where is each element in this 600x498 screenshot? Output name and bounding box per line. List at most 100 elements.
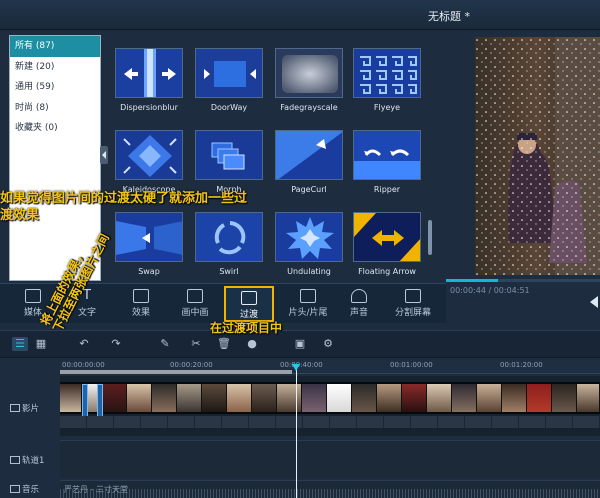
clip-strip <box>60 382 600 414</box>
effect-floating-arrow[interactable]: Floating Arrow <box>353 212 425 276</box>
video-clip[interactable] <box>152 384 177 412</box>
category-all[interactable]: 所有 (87) <box>10 36 100 57</box>
flyeye-thumb <box>353 48 421 98</box>
tab-transition[interactable]: 过渡 <box>224 286 274 322</box>
tab-pip[interactable]: 画中画 <box>170 286 220 322</box>
storyboard-view-icon[interactable]: ▦ <box>33 337 49 351</box>
overlay-track-icon <box>10 456 20 464</box>
effect-kaleidoscope[interactable]: Kaleidoscope <box>115 130 187 194</box>
preview-frame <box>475 37 600 275</box>
audio-waveform <box>60 489 600 498</box>
video-clip[interactable] <box>502 384 527 412</box>
category-new[interactable]: 新建 (20) <box>10 57 100 78</box>
kaleidoscope-thumb <box>115 130 183 180</box>
pip-icon <box>187 289 203 303</box>
category-fashion[interactable]: 时尚 (8) <box>10 98 100 119</box>
video-clip[interactable] <box>327 384 352 412</box>
effect-ripper[interactable]: Ripper <box>353 130 425 194</box>
effect-label: Floating Arrow <box>358 267 416 276</box>
doorway-thumb <box>195 48 263 98</box>
effect-label: Swap <box>138 267 160 276</box>
transition-effects-grid: Dispersionblur DoorWay Fadegrayscale Fly… <box>110 40 430 280</box>
effect-label: Dispersionblur <box>120 103 178 112</box>
settings-icon[interactable]: ⚙ <box>320 337 336 351</box>
effect-dispersionblur[interactable]: Dispersionblur <box>115 48 187 112</box>
video-clip[interactable] <box>352 384 377 412</box>
playhead-line[interactable] <box>296 366 297 498</box>
ruler-selection <box>60 370 292 374</box>
undulating-thumb <box>275 212 343 262</box>
delete-icon[interactable]: 🗑 <box>216 337 232 351</box>
video-track-header: 影片 <box>0 402 60 414</box>
tab-audio[interactable]: 声音 <box>334 286 384 322</box>
video-clip[interactable] <box>177 384 202 412</box>
preview-progress[interactable] <box>446 279 600 282</box>
effect-label: PageCurl <box>291 185 327 194</box>
effect-undulating[interactable]: Undulating <box>275 212 347 276</box>
overlay-track[interactable] <box>60 440 600 478</box>
video-clip[interactable] <box>427 384 452 412</box>
timeline-view-icon[interactable]: ☰ <box>12 337 28 351</box>
video-clip[interactable] <box>102 384 127 412</box>
fade-grayscale-thumb <box>275 48 343 98</box>
video-clip[interactable] <box>60 384 82 412</box>
video-clip[interactable] <box>127 384 152 412</box>
video-track-icon <box>10 404 20 412</box>
tab-label: 画中画 <box>181 308 209 318</box>
video-clip[interactable] <box>452 384 477 412</box>
playhead-handle[interactable] <box>292 364 300 371</box>
video-track[interactable] <box>60 376 600 436</box>
effects-scrollbar[interactable] <box>428 220 432 255</box>
tab-split-screen[interactable]: 分割屏幕 <box>388 286 438 322</box>
music-track[interactable]: 严艺丹 - 三寸天堂 <box>60 480 600 498</box>
video-clip[interactable] <box>552 384 577 412</box>
effect-pagecurl[interactable]: PageCurl <box>275 130 347 194</box>
ruler-tick: 00:01:20:00 <box>500 361 543 369</box>
media-icon <box>25 289 41 303</box>
music-track-header: 音乐 <box>0 483 60 495</box>
effect-label: Ripper <box>373 185 401 194</box>
ruler-tick: 00:00:00:00 <box>62 361 105 369</box>
effect-doorway[interactable]: DoorWay <box>195 48 267 112</box>
effect-fadegrayscale[interactable]: Fadegrayscale <box>275 48 347 112</box>
effect-morph[interactable]: Morph <box>195 130 267 194</box>
play-back-icon[interactable] <box>590 296 598 308</box>
video-clip[interactable] <box>527 384 552 412</box>
category-favorites[interactable]: 收藏夹 (0) <box>10 118 100 139</box>
snapshot-icon[interactable]: ▣ <box>292 337 308 351</box>
effect-flyeye[interactable]: Flyeye <box>353 48 425 112</box>
overlay-track-header: 轨道1 <box>0 454 60 466</box>
collapse-panel-icon[interactable] <box>100 146 108 164</box>
window-title: 无标题 * <box>428 10 470 23</box>
ruler-tick: 00:01:00:00 <box>390 361 433 369</box>
title-bar: 无标题 * <box>0 0 600 30</box>
effect-label: Fadegrayscale <box>280 103 338 112</box>
video-clip[interactable] <box>302 384 327 412</box>
cut-icon[interactable]: ✂ <box>188 337 204 351</box>
ripper-thumb <box>353 130 421 180</box>
video-clip[interactable] <box>402 384 427 412</box>
effect-label: Flyeye <box>373 103 401 112</box>
transition-slot[interactable] <box>97 384 103 420</box>
morph-thumb <box>195 130 263 180</box>
clip-fx-row <box>60 416 600 428</box>
category-general[interactable]: 通用 (59) <box>10 77 100 98</box>
page-curl-thumb <box>275 130 343 180</box>
transition-icon <box>241 291 257 305</box>
video-clip[interactable] <box>477 384 502 412</box>
video-clip[interactable] <box>277 384 302 412</box>
video-clip[interactable] <box>377 384 402 412</box>
preview-timecode: 00:00:44 / 00:04:51 <box>450 286 530 295</box>
video-clip[interactable] <box>252 384 277 412</box>
effect-label: Swirl <box>219 267 239 276</box>
annotation-tip-2: 在过渡项目中 <box>210 321 283 335</box>
tab-label: 片头/片尾 <box>288 308 328 318</box>
video-clip[interactable] <box>202 384 227 412</box>
transition-slot[interactable] <box>82 384 88 420</box>
music-clip-label: 严艺丹 - 三寸天堂 <box>64 485 128 494</box>
record-icon[interactable]: ● <box>244 337 260 351</box>
music-track-icon <box>10 485 20 493</box>
video-clip[interactable] <box>577 384 600 412</box>
tab-intro-outro[interactable]: 片头/片尾 <box>280 286 336 322</box>
video-clip[interactable] <box>227 384 252 412</box>
